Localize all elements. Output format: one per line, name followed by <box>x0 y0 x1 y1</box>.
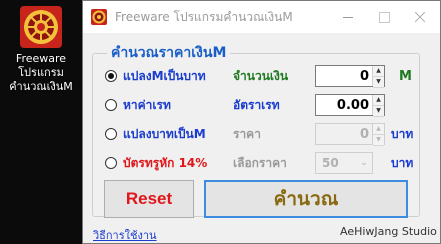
spin-up-icon: ▲ <box>373 95 384 106</box>
title-bar[interactable]: Freeware โปรแกรมคำนวณเงินM <box>83 1 440 33</box>
rate-label: อัตราเรท <box>233 97 280 112</box>
minimize-button[interactable] <box>330 1 366 33</box>
spin-up-icon: ▲ <box>373 124 384 135</box>
option-label: แปลงMเป็นบาท <box>123 68 206 83</box>
chevron-down-icon: ⌄ <box>360 158 368 168</box>
shortcut-label: Freeware โปรแกรม คำนวณเงินM <box>9 52 73 93</box>
radio-truecard[interactable] <box>105 157 117 169</box>
app-window: Freeware โปรแกรมคำนวณเงินM คำนวณราคาเงิน… <box>82 0 441 244</box>
group-title: คำนวณราคาเงินM <box>107 42 231 64</box>
window-title: Freeware โปรแกรมคำนวณเงินM <box>115 9 293 24</box>
radio-m-to-baht[interactable] <box>105 70 117 82</box>
select-price-label: เลือกราคา <box>233 155 287 170</box>
calculate-button[interactable]: คำนวณ <box>204 180 408 218</box>
app-logo-icon <box>20 6 62 48</box>
spin-down-icon: ▼ <box>373 106 384 117</box>
amount-unit: M <box>399 68 412 84</box>
option-label: หาค่าเรท <box>123 97 171 112</box>
price-unit: บาท <box>391 126 414 141</box>
desktop-shortcut[interactable]: Freeware โปรแกรม คำนวณเงินM <box>8 6 74 94</box>
select-unit: บาท <box>391 155 414 170</box>
maximize-button[interactable] <box>366 1 402 33</box>
close-icon <box>415 12 425 22</box>
price-spinner[interactable]: ▲ ▼ <box>372 124 384 146</box>
howto-link[interactable]: วิธีการใช้งาน <box>93 226 157 244</box>
window-logo-icon <box>91 9 107 25</box>
amount-spinner[interactable]: ▲ ▼ <box>372 66 384 88</box>
option-label: แปลงบาทเป็นM <box>123 126 206 141</box>
radio-baht-to-m[interactable] <box>105 128 117 140</box>
reset-button[interactable]: Reset <box>104 180 194 218</box>
price-select[interactable]: 50 ⌄ <box>315 152 373 174</box>
option-row-m-to-baht: แปลงMเป็นบาท จำนวนเงิน 0 ▲ ▼ M <box>93 65 421 88</box>
close-button[interactable] <box>402 1 438 33</box>
option-row-find-rate: หาค่าเรท อัตราเรท 0.00 ▲ ▼ <box>93 94 421 117</box>
option-label: บัตรทรูหัก 14% <box>123 155 208 170</box>
amount-label: จำนวนเงิน <box>233 68 289 83</box>
rate-input[interactable]: 0.00 ▲ ▼ <box>315 94 385 117</box>
price-label: ราคา <box>233 126 261 141</box>
window-client: คำนวณราคาเงินM แปลงMเป็นบาท จำนวนเงิน 0 … <box>83 33 440 243</box>
rate-spinner[interactable]: ▲ ▼ <box>372 95 384 117</box>
studio-credit: AeHiwJang Studio <box>340 225 437 238</box>
spin-down-icon: ▼ <box>373 77 384 88</box>
spin-down-icon: ▼ <box>373 135 384 146</box>
option-row-baht-to-m: แปลงบาทเป็นM ราคา 0 ▲ ▼ บาท <box>93 123 421 146</box>
radio-find-rate[interactable] <box>105 99 117 111</box>
option-row-truecard: บัตรทรูหัก 14% เลือกราคา 50 ⌄ บาท <box>93 152 421 174</box>
price-input[interactable]: 0 ▲ ▼ <box>315 123 385 146</box>
spin-up-icon: ▲ <box>373 66 384 77</box>
amount-input[interactable]: 0 ▲ ▼ <box>315 65 385 88</box>
